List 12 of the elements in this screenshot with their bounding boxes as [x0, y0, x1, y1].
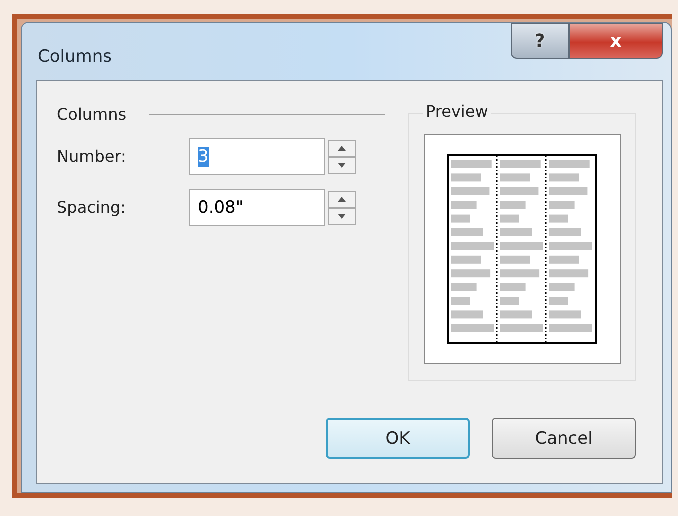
- group-title: Preview: [423, 104, 492, 120]
- spinner-control[interactable]: [328, 190, 356, 224]
- input-field[interactable]: 0.08": [189, 189, 325, 226]
- cancel-button[interactable]: Cancel: [492, 418, 636, 459]
- group-title: Columns: [57, 105, 127, 124]
- field-label: Spacing:: [57, 198, 128, 217]
- help-button[interactable]: ?: [511, 23, 569, 59]
- window-title: Columns: [38, 47, 112, 67]
- spinner-control[interactable]: [328, 140, 356, 174]
- close-button[interactable]: x: [569, 23, 663, 59]
- ok-button[interactable]: OK: [326, 418, 470, 459]
- field-label: Number:: [57, 147, 128, 166]
